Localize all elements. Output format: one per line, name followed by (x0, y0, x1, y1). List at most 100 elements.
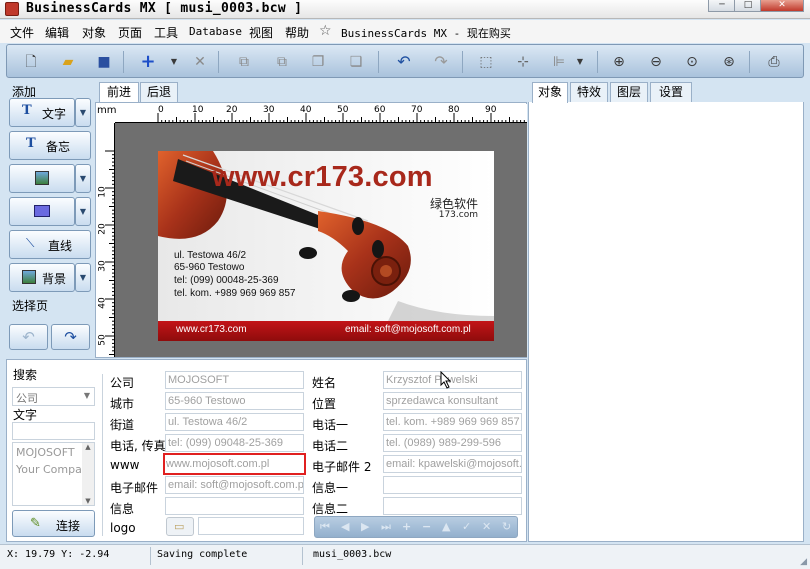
info-one-field[interactable] (383, 476, 522, 494)
email-2-field[interactable]: email: kpawelski@mojosoft.c (383, 455, 522, 473)
field-label-phone-two: 电话二 (312, 439, 349, 453)
delete-icon[interactable]: ✕ (191, 53, 209, 71)
align-grid-icon[interactable]: ⬚ (477, 53, 495, 71)
card-address-line[interactable]: 65-960 Testowo (174, 262, 244, 273)
align-dropdown-icon[interactable]: ▼ (571, 53, 589, 71)
info-two-field[interactable] (383, 497, 522, 515)
connect-button[interactable]: ✎ 连接 (12, 510, 95, 537)
card-address-line[interactable]: tel. kom. +989 969 969 857 (174, 288, 295, 299)
street-field[interactable]: ul. Testowa 46/2 (165, 413, 304, 431)
send-back-icon[interactable]: ❏ (347, 53, 365, 71)
menu-help[interactable]: 帮助 (285, 24, 309, 41)
email-field[interactable]: email: soft@mojosoft.com.pl (165, 476, 304, 494)
card-footer-bar[interactable]: www.cr173.com email: soft@mojosoft.com.p… (158, 321, 494, 341)
undo-icon[interactable]: ↶ (395, 53, 413, 71)
zoom-in-icon[interactable]: ⊕ (610, 53, 628, 71)
business-card[interactable]: www.cr173.com 绿色软件 173.com ul. Testowa 4… (158, 151, 494, 341)
menu-file[interactable]: 文件 (10, 24, 34, 41)
menu-object[interactable]: 对象 (82, 24, 106, 41)
tab-object[interactable]: 对象 (532, 82, 568, 103)
prior-record-icon[interactable]: ◀ (341, 520, 349, 533)
search-results-list[interactable]: MOJOSOFT Your Compa ▲ ▼ (12, 442, 95, 506)
group-icon[interactable]: ⧉ (235, 53, 253, 71)
last-record-icon[interactable]: ⏭ (381, 520, 391, 534)
scrollbar[interactable]: ▲ ▼ (82, 443, 94, 505)
bring-front-icon[interactable]: ❐ (309, 53, 327, 71)
add-shape-dropdown[interactable]: ▼ (75, 197, 91, 226)
card-address-line[interactable]: ul. Testowa 46/2 (174, 250, 246, 261)
card-domain[interactable]: 173.com (439, 210, 478, 220)
post-record-icon[interactable]: ✓ (462, 520, 471, 533)
save-icon[interactable]: ■ (95, 53, 113, 71)
minimize-button[interactable]: ─ (708, 0, 736, 12)
redo-icon[interactable]: ↷ (432, 53, 450, 71)
add-icon[interactable]: + (139, 53, 157, 71)
add-image-button[interactable] (9, 164, 75, 193)
zoom-fit-icon[interactable]: ⊙ (683, 53, 701, 71)
menu-page[interactable]: 页面 (118, 24, 142, 41)
open-folder-icon[interactable]: ▰ (59, 53, 77, 71)
add-image-dropdown[interactable]: ▼ (75, 164, 91, 193)
menu-buy-now[interactable]: BusinessCards MX - 现在购买 (341, 25, 511, 41)
search-input[interactable] (12, 422, 95, 440)
logo-browse-button[interactable]: ▭ (166, 517, 194, 536)
close-button[interactable]: ✕ (760, 0, 804, 12)
phone-fax-field[interactable]: tel: (099) 09048-25-369 (165, 434, 304, 452)
next-record-icon[interactable]: ▶ (361, 520, 369, 533)
cancel-record-icon[interactable]: ✕ (482, 520, 491, 533)
align-nodes-icon[interactable]: ⊹ (514, 53, 532, 71)
insert-record-icon[interactable]: + (402, 520, 411, 533)
field-label-phone-one: 电话一 (312, 418, 349, 432)
ungroup-icon[interactable]: ⧉ (273, 53, 291, 71)
zoom-actual-icon[interactable]: ⊛ (720, 53, 738, 71)
card-headline[interactable]: www.cr173.com (212, 161, 433, 194)
card-address-line[interactable]: tel: (099) 00048-25-369 (174, 275, 279, 286)
page-back-button[interactable]: ↶ (9, 324, 48, 350)
tab-settings[interactable]: 设置 (650, 82, 692, 102)
new-file-icon[interactable]: 🗋 (22, 53, 40, 71)
menu-tools[interactable]: 工具 (154, 24, 178, 41)
search-text-label: 文字 (13, 408, 38, 422)
maximize-button[interactable]: □ (734, 0, 762, 12)
logo-path-field[interactable] (198, 517, 304, 535)
refresh-record-icon[interactable]: ↻ (502, 520, 511, 533)
menu-database[interactable]: Database (189, 25, 242, 38)
tab-layers[interactable]: 图层 (610, 82, 648, 102)
add-shape-button[interactable] (9, 197, 75, 226)
name-field[interactable]: Krzysztof Pawelski (383, 371, 522, 389)
tab-front[interactable]: 前进 (99, 82, 139, 103)
phone-two-field[interactable]: tel. (0989) 989-299-596 (383, 434, 522, 452)
phone-one-field[interactable]: tel. kom. +989 969 969 857 (383, 413, 522, 431)
add-text-dropdown[interactable]: ▼ (75, 98, 91, 127)
add-line-button[interactable]: ⟍ 直线 (9, 230, 91, 259)
resize-grip-icon[interactable]: ◢ (800, 557, 807, 567)
ruler-v-tick: 50 (97, 334, 108, 346)
page-forward-button[interactable]: ↷ (51, 324, 90, 350)
company-field[interactable]: MOJOSOFT (165, 371, 304, 389)
www-field[interactable]: www.mojosoft.com.pl (163, 453, 306, 475)
align-left-icon[interactable]: ⊫ (550, 53, 568, 71)
field-label-company: 公司 (110, 376, 135, 390)
info-field[interactable] (165, 497, 304, 515)
add-background-button[interactable]: 背景 (9, 263, 75, 292)
city-field[interactable]: 65-960 Testowo (165, 392, 304, 410)
add-memo-button[interactable]: T 备忘 (9, 131, 91, 160)
add-dropdown-icon[interactable]: ▼ (165, 53, 183, 71)
list-item[interactable]: MOJOSOFT (16, 446, 75, 459)
tab-back[interactable]: 后退 (140, 82, 178, 102)
first-record-icon[interactable]: ⏮ (320, 520, 330, 534)
search-field-select[interactable]: 公司 ▼ (12, 387, 95, 406)
field-label-www: www (110, 458, 140, 472)
menu-view[interactable]: 视图 (249, 24, 273, 41)
list-item[interactable]: Your Compa (16, 463, 82, 476)
print-preview-icon[interactable]: ⎙ (765, 53, 783, 71)
edit-record-icon[interactable]: ▲ (442, 520, 450, 533)
ruler-h-tick: 90 (485, 105, 497, 115)
menu-edit[interactable]: 编辑 (45, 24, 69, 41)
add-background-dropdown[interactable]: ▼ (75, 263, 91, 292)
delete-record-icon[interactable]: − (422, 520, 431, 533)
add-text-button[interactable]: T 文字 (9, 98, 75, 127)
zoom-out-icon[interactable]: ⊖ (647, 53, 665, 71)
position-field[interactable]: sprzedawca konsultant (383, 392, 522, 410)
tab-effects[interactable]: 特效 (570, 82, 608, 102)
